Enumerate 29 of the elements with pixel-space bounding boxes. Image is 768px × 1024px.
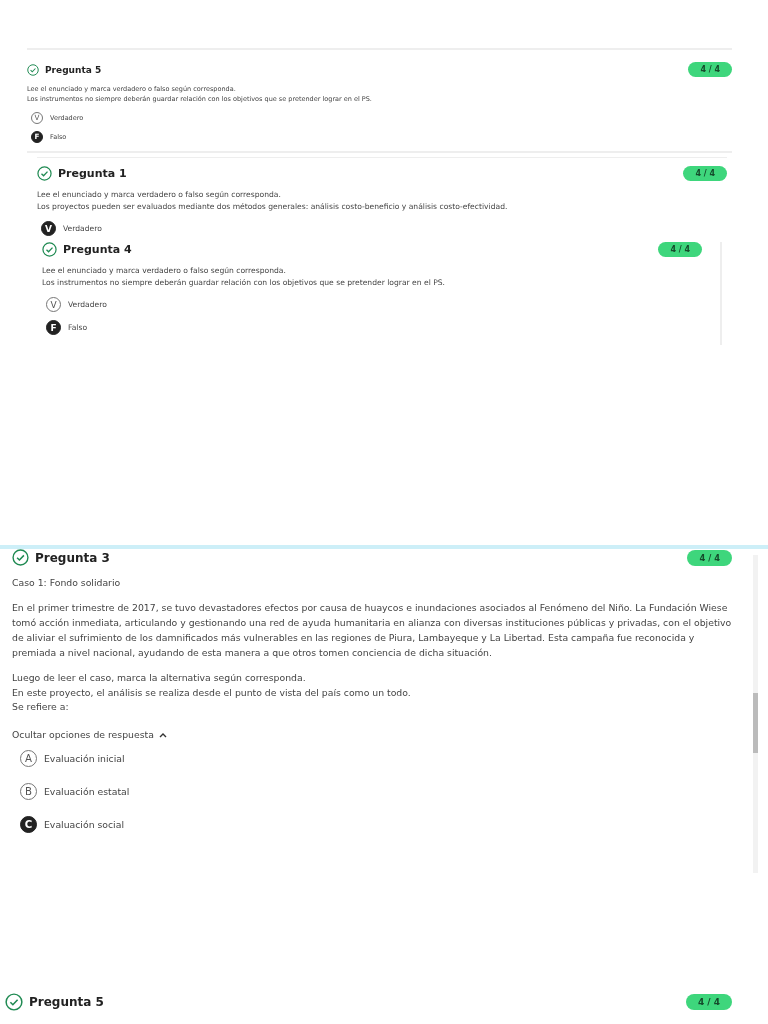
check-circle-icon <box>42 242 57 258</box>
option-letter-icon[interactable]: F <box>46 320 61 336</box>
score-badge: 4 / 4 <box>687 549 732 566</box>
check-circle-icon <box>37 165 52 181</box>
score-badge: 4 / 4 <box>688 62 732 77</box>
check-circle-icon <box>12 549 29 567</box>
question-text: Luego de leer el caso, marca la alternativa según corresponda. <box>12 670 307 685</box>
question-title: Pregunta 3 <box>35 550 111 565</box>
check-circle-icon <box>5 993 23 1012</box>
option-letter-icon[interactable]: V <box>41 221 56 237</box>
score-badge: 4 / 4 <box>685 994 732 1011</box>
scrollbar[interactable] <box>753 555 758 874</box>
option-letter-icon[interactable]: C <box>20 816 37 834</box>
score-badge: 4 / 4 <box>658 242 702 258</box>
question-text: En este proyecto, el análisis se realiza desde el punto de vista del país como un todo. <box>12 685 412 700</box>
score-badge: 4 / 4 <box>683 165 727 181</box>
question-title: Pregunta 5 <box>45 64 103 75</box>
question-title: Pregunta 5 <box>29 995 105 1010</box>
option-label[interactable]: Evaluación inicial <box>44 753 125 765</box>
option-label[interactable]: Evaluación estatal <box>44 786 130 798</box>
case-title: Caso 1: Fondo solidario <box>12 576 122 591</box>
check-circle-icon <box>27 63 39 76</box>
question-text: Se refiere a: <box>12 700 70 715</box>
caret-icon <box>158 731 167 738</box>
question-title: Pregunta 1 <box>58 166 128 180</box>
toggle-answers-link[interactable]: Ocultar opciones de respuesta <box>12 729 167 741</box>
option-label[interactable]: Evaluación social <box>44 819 124 831</box>
question-title: Pregunta 4 <box>63 243 133 257</box>
question-text: En el primer trimestre de 2017, se tuvo devastadores efectos por causa de huaycos e inundaciones asociados al Fenómeno del Niño. La Fundación Wiese tomó acción inmediata, articulando y gestionando una red de ayuda humanitaria en alianza con diversas instituciones públicas y privadas, con el objetivo de aliviar el sufrimiento de los damnificados más vulnerables en las regiones de Piura, Lambayeque y La Libertad. Esta campaña fue reconocida y premiada a nivel nacional, ayudando de esta manera a que otros tomen conciencia de dicha situación. <box>12 601 732 660</box>
